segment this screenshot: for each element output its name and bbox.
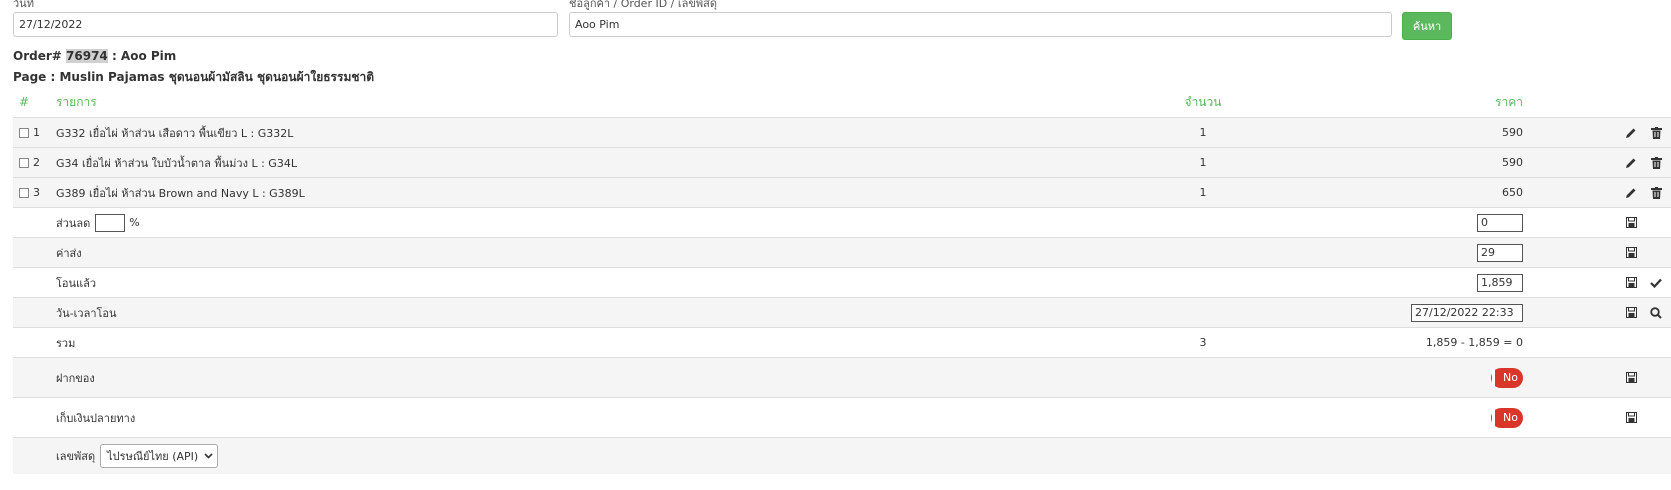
row-number: 2	[33, 156, 40, 169]
shipping-row: ค่าส่ง	[13, 237, 1671, 267]
discount-row: ส่วนลด %	[13, 207, 1671, 237]
check-icon[interactable]	[1648, 268, 1664, 297]
search-button[interactable]: ค้นหา	[1402, 12, 1452, 40]
pencil-icon[interactable]	[1623, 148, 1639, 177]
cod-toggle[interactable]: No	[1491, 407, 1523, 428]
header-item: รายการ	[56, 94, 97, 109]
item-qty: 1	[1199, 126, 1207, 139]
order-customer: Aoo Pim	[120, 49, 177, 63]
cod-label: เก็บเงินปลายทาง	[56, 411, 136, 425]
shipping-label: ค่าส่ง	[56, 246, 82, 260]
tracking-label: เลขพัสดุ	[56, 450, 96, 463]
trash-icon[interactable]	[1648, 118, 1664, 147]
table-row: 2 G34 เยื่อไผ่ ห้าส่วน ใบบัวน้ำตาล พื้นม…	[13, 147, 1671, 177]
save-icon[interactable]	[1623, 358, 1639, 397]
chevron-down-icon	[204, 453, 213, 459]
order-title: Order# 76974 : Aoo Pim	[13, 49, 176, 63]
save-icon[interactable]	[1623, 238, 1639, 267]
paid-label: โอนแล้ว	[56, 276, 97, 290]
discount-amount-input[interactable]	[1477, 213, 1523, 232]
percent-unit: %	[129, 216, 140, 229]
item-name: G332 เยื่อไผ่ ห้าส่วน เสือดาว พื้นเขียว …	[56, 126, 294, 140]
discount-percent-input[interactable]	[95, 213, 126, 232]
save-icon[interactable]	[1623, 398, 1639, 437]
save-icon[interactable]	[1623, 298, 1639, 327]
item-price: 590	[1502, 126, 1523, 139]
date-label: วันที่	[13, 0, 34, 10]
item-qty: 1	[1199, 156, 1207, 169]
deposit-row: ฝากของ No	[13, 357, 1671, 397]
customer-search-label: ชื่อลูกค้า / Order ID / เลขพัสดุ	[569, 0, 718, 10]
trash-icon[interactable]	[1648, 148, 1664, 177]
paid-amount-input[interactable]	[1477, 273, 1523, 292]
row-checkbox[interactable]	[19, 157, 29, 168]
carrier-selected: ไปรษณีย์ไทย (API)	[107, 450, 199, 463]
table-header: # รายการ จำนวน ราคา	[13, 87, 1671, 117]
page-title: Page : Muslin Pajamas ชุดนอนผ้ามัสลิน ชุ…	[13, 68, 374, 87]
deposit-toggle[interactable]: No	[1491, 367, 1523, 388]
item-name: G389 เยื่อไผ่ ห้าส่วน Brown and Navy L :…	[56, 186, 305, 200]
date-input[interactable]	[13, 12, 558, 37]
total-qty: 3	[1199, 336, 1207, 349]
table-row: 1 G332 เยื่อไผ่ ห้าส่วน เสือดาว พื้นเขีย…	[13, 117, 1671, 147]
deposit-label: ฝากของ	[56, 371, 95, 385]
customer-search-input[interactable]	[569, 12, 1392, 37]
save-icon[interactable]	[1623, 268, 1639, 297]
header-num: #	[19, 95, 30, 109]
item-price: 590	[1502, 156, 1523, 169]
row-number: 3	[33, 186, 40, 199]
header-qty: จำนวน	[1184, 94, 1222, 109]
item-price: 650	[1502, 186, 1523, 199]
cod-row: เก็บเงินปลายทาง No	[13, 397, 1671, 437]
item-qty: 1	[1199, 186, 1207, 199]
order-items-table: # รายการ จำนวน ราคา 1 G332 เยื่อไผ่ ห้าส…	[13, 87, 1671, 474]
pencil-icon[interactable]	[1623, 178, 1639, 207]
order-separator: :	[107, 49, 121, 63]
row-number: 1	[33, 126, 40, 139]
save-icon[interactable]	[1623, 208, 1639, 237]
total-row: รวม 3 1,859 - 1,859 = 0	[13, 327, 1671, 357]
page-name: Muslin Pajamas ชุดนอนผ้ามัสลิน ชุดนอนผ้า…	[59, 70, 375, 84]
total-summary: 1,859 - 1,859 = 0	[1425, 336, 1523, 349]
shipping-input[interactable]	[1477, 243, 1523, 262]
paid-row: โอนแล้ว	[13, 267, 1671, 297]
row-checkbox[interactable]	[19, 127, 29, 138]
item-name: G34 เยื่อไผ่ ห้าส่วน ใบบัวน้ำตาล พื้นม่ว…	[56, 156, 297, 170]
header-price: ราคา	[1495, 94, 1523, 109]
page-prefix: Page :	[13, 70, 60, 84]
search-icon[interactable]	[1648, 298, 1664, 327]
pencil-icon[interactable]	[1623, 118, 1639, 147]
table-row: 3 G389 เยื่อไผ่ ห้าส่วน Brown and Navy L…	[13, 177, 1671, 207]
paid-datetime-input[interactable]	[1411, 303, 1523, 322]
total-label: รวม	[56, 336, 76, 350]
order-prefix: Order#	[13, 49, 62, 63]
order-id: 76974	[66, 49, 108, 63]
paid-datetime-row: วัน-เวลาโอน	[13, 297, 1671, 327]
trash-icon[interactable]	[1648, 178, 1664, 207]
discount-label: ส่วนลด	[56, 216, 91, 230]
row-checkbox[interactable]	[19, 187, 29, 198]
paid-datetime-label: วัน-เวลาโอน	[56, 306, 117, 320]
tracking-row: เลขพัสดุ ไปรษณีย์ไทย (API)	[13, 437, 1671, 474]
carrier-select[interactable]: ไปรษณีย์ไทย (API)	[100, 444, 219, 468]
